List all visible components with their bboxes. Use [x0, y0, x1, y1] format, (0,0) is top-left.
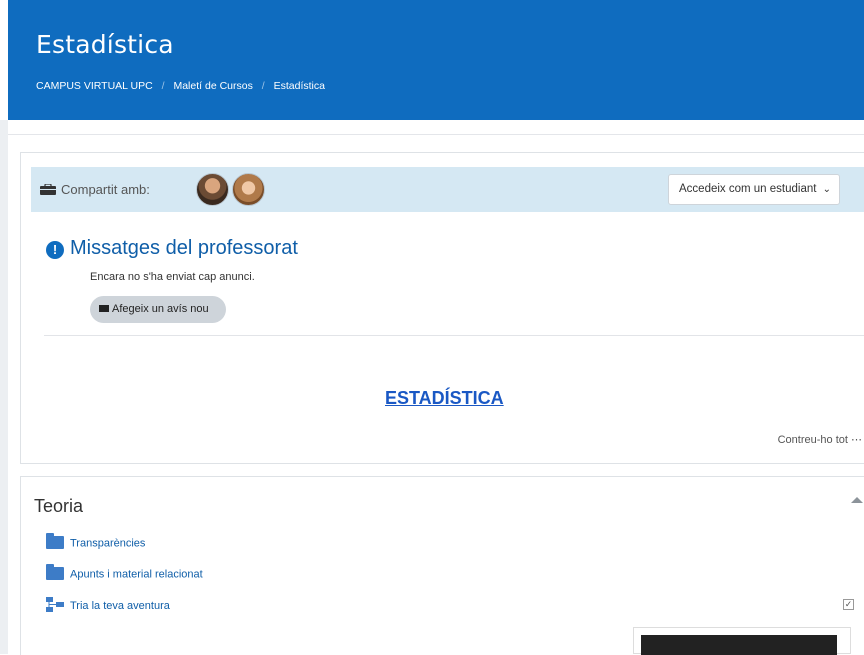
breadcrumb-item-estadistica[interactable]: Estadística [274, 80, 325, 92]
collapse-all-link[interactable]: Contreu-ho tot ⋯ [778, 433, 862, 446]
lesson-tree-icon [46, 597, 64, 612]
activity-label: Apunts i material relacionat [70, 568, 203, 581]
activity-item[interactable]: Apunts i material relacionat [46, 564, 203, 581]
shared-with-label: Compartit amb: [61, 182, 150, 197]
breadcrumb-item-campus[interactable]: CAMPUS VIRTUAL UPC [36, 80, 153, 92]
announcements-title[interactable]: Missatges del professorat [70, 237, 298, 260]
breadcrumb-separator: / [261, 80, 265, 92]
activity-item[interactable]: Transparències [46, 533, 146, 550]
divider [44, 335, 864, 336]
chevron-down-icon: ⌄ [822, 184, 831, 195]
page-header: Estadística CAMPUS VIRTUAL UPC / Maletí … [8, 0, 864, 120]
briefcase-icon [40, 184, 56, 195]
collapse-all-label: Contreu-ho tot [777, 434, 848, 446]
exclamation-icon: ! [46, 241, 64, 259]
avatar[interactable] [196, 173, 229, 206]
add-announcement-label: Afegeix un avís nou [112, 303, 209, 315]
activity-label: Tria la teva aventura [70, 599, 170, 612]
avatar[interactable] [232, 173, 265, 206]
shared-with-bar: Compartit amb: Accedeix com un estudiant… [31, 167, 864, 212]
breadcrumb-item-maleti[interactable]: Maletí de Cursos [173, 80, 252, 92]
envelope-icon [99, 304, 109, 312]
role-select[interactable]: Accedeix com un estudiant ⌄ [668, 174, 840, 205]
breadcrumb: CAMPUS VIRTUAL UPC / Maletí de Cursos / … [36, 80, 325, 92]
popup-dark-area [641, 635, 837, 655]
role-select-value: Accedeix com un estudiant [679, 183, 817, 195]
breadcrumb-separator: / [161, 80, 165, 92]
announcements-empty-text: Encara no s'ha enviat cap anunci. [90, 271, 255, 283]
popup-panel [633, 627, 851, 655]
section-title[interactable]: Teoria [34, 496, 83, 517]
folder-icon [46, 564, 64, 580]
completion-checkbox[interactable]: ✓ [843, 599, 854, 610]
add-announcement-button[interactable]: Afegeix un avís nou [90, 296, 226, 323]
folder-icon [46, 533, 64, 549]
left-margin-strip [0, 120, 8, 654]
activity-item[interactable]: Tria la teva aventura [46, 597, 170, 614]
page-title: Estadística [36, 30, 174, 59]
course-title-link[interactable]: ESTADÍSTICA [385, 388, 504, 409]
ellipsis-icon: ⋯ [851, 434, 862, 446]
header-gap [8, 120, 864, 135]
activity-label: Transparències [70, 537, 146, 550]
collapse-section-icon[interactable] [851, 497, 863, 503]
